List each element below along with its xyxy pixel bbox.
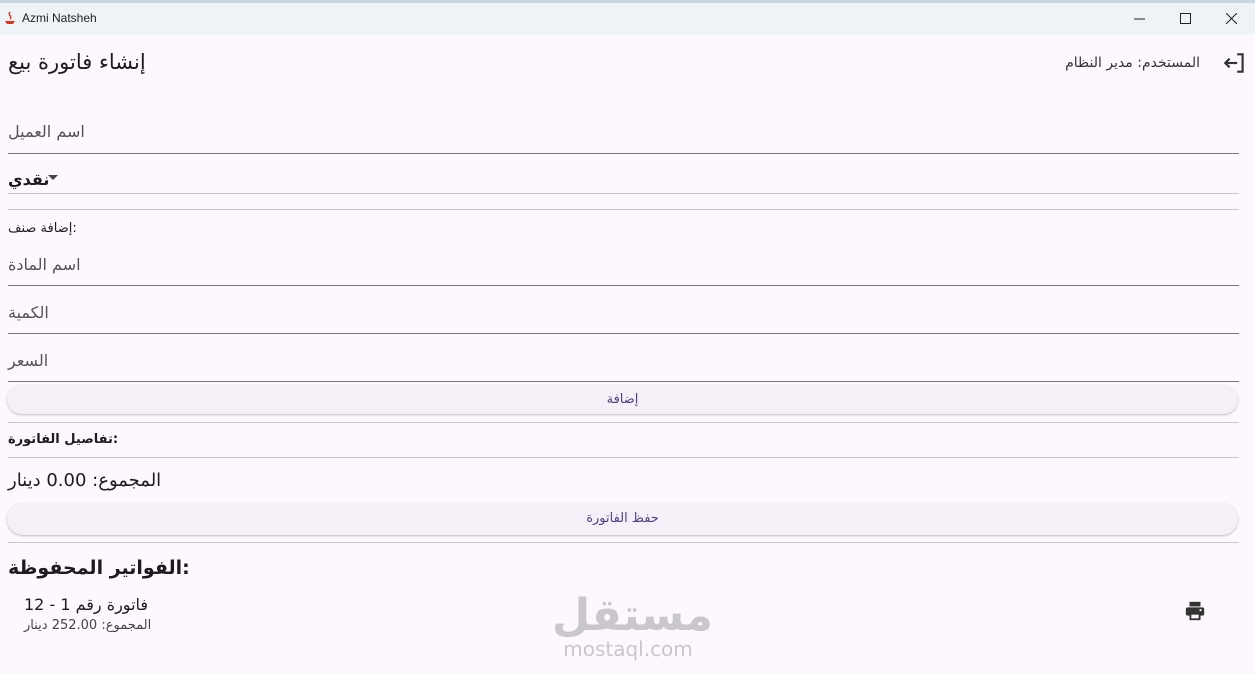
payment-type-value: نقدي [8, 170, 50, 189]
saved-invoice-title: فاتورة رقم 1 - 12 [24, 595, 149, 614]
save-invoice-button[interactable]: حفظ الفاتورة [7, 503, 1238, 535]
divider [8, 542, 1239, 543]
quantity-placeholder: الكمية [8, 303, 49, 322]
saved-invoices-title: الفواتير المحفوظة: [8, 557, 190, 579]
divider [8, 209, 1239, 210]
minimize-button[interactable] [1117, 3, 1163, 34]
divider [8, 422, 1239, 423]
watermark-arabic: مستقل [552, 590, 713, 641]
item-name-placeholder: اسم المادة [8, 255, 81, 274]
customer-name-placeholder: اسم العميل [8, 122, 85, 141]
window-titlebar: Azmi Natsheh [0, 0, 1255, 34]
minimize-icon [1134, 18, 1145, 20]
price-placeholder: السعر [8, 351, 49, 370]
invoice-details-label: تفاصيل الفاتورة: [8, 432, 119, 447]
item-name-input[interactable]: اسم المادة [8, 248, 1239, 286]
page-title: إنشاء فاتورة بيع [8, 50, 146, 74]
maximize-button[interactable] [1163, 3, 1209, 34]
app-icon [5, 11, 15, 24]
app-bar: إنشاء فاتورة بيع المستخدم: مدير النظام [0, 34, 1255, 94]
print-icon[interactable] [1184, 600, 1206, 622]
maximize-icon [1180, 13, 1191, 24]
watermark-latin: mostaql.com [563, 637, 693, 661]
logout-icon[interactable] [1222, 50, 1248, 76]
close-icon [1226, 13, 1237, 24]
add-item-label: إضافة صنف: [8, 221, 77, 236]
quantity-input[interactable]: الكمية [8, 296, 1239, 334]
saved-invoice-total: المجموع: 252.00 دينار [24, 618, 152, 633]
customer-name-input[interactable]: اسم العميل [8, 112, 1239, 154]
chevron-down-icon [48, 175, 58, 180]
price-input[interactable]: السعر [8, 344, 1239, 382]
invoice-total: المجموع: 0.00 دينار [8, 470, 162, 491]
payment-type-dropdown[interactable]: نقدي [8, 164, 1239, 194]
user-label: المستخدم: مدير النظام [1065, 55, 1200, 71]
close-button[interactable] [1209, 3, 1255, 34]
watermark: مستقل mostaql.com [552, 590, 713, 661]
add-item-button[interactable]: إضافة [7, 385, 1238, 414]
divider [8, 457, 1239, 458]
window-title: Azmi Natsheh [22, 11, 97, 25]
